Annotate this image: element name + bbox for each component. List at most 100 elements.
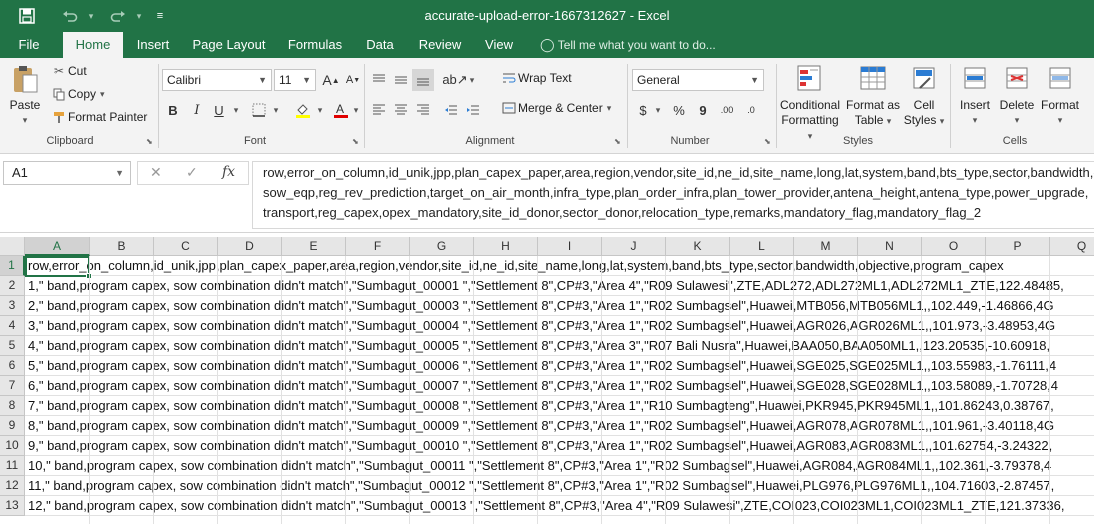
row-header[interactable]: 4	[0, 316, 25, 336]
row-header[interactable]: 6	[0, 356, 25, 376]
accounting-format-button[interactable]: $	[632, 99, 654, 121]
font-color-button[interactable]: A	[330, 99, 352, 121]
conditional-formatting-button[interactable]: Conditional Formatting ▾	[778, 64, 842, 144]
cell-value[interactable]: 7," band,program capex, sow combination …	[28, 396, 1054, 416]
italic-button[interactable]: I	[186, 99, 208, 121]
tab-page-layout[interactable]: Page Layout	[186, 32, 272, 58]
column-header[interactable]: H	[474, 237, 538, 256]
format-cells-button[interactable]: Format ▾	[1038, 64, 1082, 128]
formula-input[interactable]: row,error_on_column,id_unik,jpp,plan_cap…	[252, 161, 1094, 229]
row-header[interactable]: 2	[0, 276, 25, 296]
row-header[interactable]: 11	[0, 456, 25, 476]
column-header[interactable]: A	[25, 237, 90, 256]
column-header[interactable]: N	[858, 237, 922, 256]
tell-me-box[interactable]: ◯ Tell me what you want to do...	[540, 32, 716, 58]
align-left-button[interactable]	[368, 99, 390, 121]
cut-button[interactable]: ✂ Cut	[50, 64, 87, 78]
column-header[interactable]: K	[666, 237, 730, 256]
number-format-select[interactable]: General ▼	[632, 69, 764, 91]
cell-value[interactable]: 3," band,program capex, sow combination …	[28, 316, 1055, 336]
middle-align-button[interactable]	[390, 69, 412, 91]
insert-function-icon[interactable]: fx	[222, 164, 235, 180]
tab-file[interactable]: File	[0, 32, 58, 58]
row-header[interactable]: 12	[0, 476, 25, 496]
bold-button[interactable]: B	[162, 99, 184, 121]
font-launcher-icon[interactable]: ⬊	[352, 137, 359, 146]
top-align-button[interactable]	[368, 69, 390, 91]
cell-value[interactable]: 4," band,program capex, sow combination …	[28, 336, 1050, 356]
merge-center-button[interactable]: Merge & Center ▾	[500, 101, 611, 115]
cancel-icon[interactable]: ✕	[150, 164, 162, 181]
select-all-button[interactable]	[0, 237, 25, 256]
cell-value[interactable]: 6," band,program capex, sow combination …	[28, 376, 1058, 396]
column-header[interactable]: G	[410, 237, 474, 256]
column-header[interactable]: P	[986, 237, 1050, 256]
increase-decimal-button[interactable]: .00	[716, 99, 738, 121]
cell-value[interactable]: 12," band,program capex, sow combination…	[28, 496, 1064, 516]
insert-cells-button[interactable]: Insert ▾	[954, 64, 996, 128]
column-header[interactable]: M	[794, 237, 858, 256]
row-header[interactable]: 10	[0, 436, 25, 456]
column-header[interactable]: O	[922, 237, 986, 256]
tab-review[interactable]: Review	[412, 32, 468, 58]
alignment-launcher-icon[interactable]: ⬊	[614, 137, 621, 146]
underline-button[interactable]: U	[208, 99, 230, 121]
accounting-dropdown-icon[interactable]: ▾	[652, 99, 664, 121]
row-header[interactable]: 5	[0, 336, 25, 356]
cell-value[interactable]: 10," band,program capex, sow combination…	[28, 456, 1051, 476]
row-header[interactable]: 1	[0, 256, 25, 276]
clipboard-launcher-icon[interactable]: ⬊	[146, 137, 153, 146]
cell-styles-button[interactable]: Cell Styles ▾	[902, 64, 946, 129]
align-right-button[interactable]	[412, 99, 434, 121]
copy-button[interactable]: Copy ▾	[50, 87, 105, 101]
column-header[interactable]: F	[346, 237, 410, 256]
cell-value[interactable]: 11," band,program capex, sow combination…	[28, 476, 1054, 496]
active-cell[interactable]	[25, 256, 92, 279]
number-launcher-icon[interactable]: ⬊	[764, 137, 771, 146]
enter-icon[interactable]: ✓	[186, 164, 198, 181]
row-header[interactable]: 13	[0, 496, 25, 516]
decrease-font-size-button[interactable]: A ▼	[342, 69, 364, 91]
column-header[interactable]: L	[730, 237, 794, 256]
cell-value[interactable]: 5," band,program capex, sow combination …	[28, 356, 1056, 376]
column-header[interactable]: J	[602, 237, 666, 256]
align-center-button[interactable]	[390, 99, 412, 121]
name-box[interactable]: A1 ▼	[3, 161, 131, 185]
borders-dropdown-icon[interactable]: ▾	[270, 99, 282, 121]
tab-home[interactable]: Home	[63, 32, 123, 58]
tab-data[interactable]: Data	[358, 32, 402, 58]
underline-dropdown-icon[interactable]: ▾	[230, 99, 242, 121]
orientation-button[interactable]: ab↗	[442, 69, 467, 91]
orientation-dropdown-icon[interactable]: ▾	[466, 69, 478, 91]
increase-indent-button[interactable]	[462, 99, 484, 121]
percent-style-button[interactable]: %	[668, 99, 690, 121]
bottom-align-button[interactable]	[412, 69, 434, 91]
paste-button[interactable]: Paste ▾	[4, 64, 46, 128]
row-header[interactable]: 7	[0, 376, 25, 396]
cell-value[interactable]: 2," band,program capex, sow combination …	[28, 296, 1054, 316]
comma-style-button[interactable]: 9	[692, 99, 714, 121]
tab-insert[interactable]: Insert	[128, 32, 178, 58]
column-header[interactable]: B	[90, 237, 154, 256]
tab-view[interactable]: View	[476, 32, 522, 58]
decrease-decimal-button[interactable]: .0	[740, 99, 762, 121]
fill-color-button[interactable]	[292, 99, 314, 121]
increase-font-size-button[interactable]: A ▲	[320, 69, 342, 91]
column-header[interactable]: I	[538, 237, 602, 256]
format-painter-button[interactable]: Format Painter	[50, 110, 147, 124]
column-header[interactable]: E	[282, 237, 346, 256]
column-header[interactable]: C	[154, 237, 218, 256]
font-size-select[interactable]: 11 ▼	[274, 69, 316, 91]
tab-formulas[interactable]: Formulas	[280, 32, 350, 58]
row-header[interactable]: 9	[0, 416, 25, 436]
format-as-table-button[interactable]: Format as Table ▾	[844, 64, 902, 129]
cell-value[interactable]: 1," band,program capex, sow combination …	[28, 276, 1064, 296]
cell-value[interactable]: 9," band,program capex, sow combination …	[28, 436, 1052, 456]
column-header[interactable]: D	[218, 237, 282, 256]
column-header[interactable]: Q	[1050, 237, 1094, 256]
worksheet-grid[interactable]: ABCDEFGHIJKLMNOPQ 1 row,error_on_column,i…	[0, 232, 1094, 524]
font-color-dropdown-icon[interactable]: ▾	[350, 99, 362, 121]
font-name-select[interactable]: Calibri ▼	[162, 69, 272, 91]
row-header[interactable]: 8	[0, 396, 25, 416]
fill-color-dropdown-icon[interactable]: ▾	[314, 99, 326, 121]
